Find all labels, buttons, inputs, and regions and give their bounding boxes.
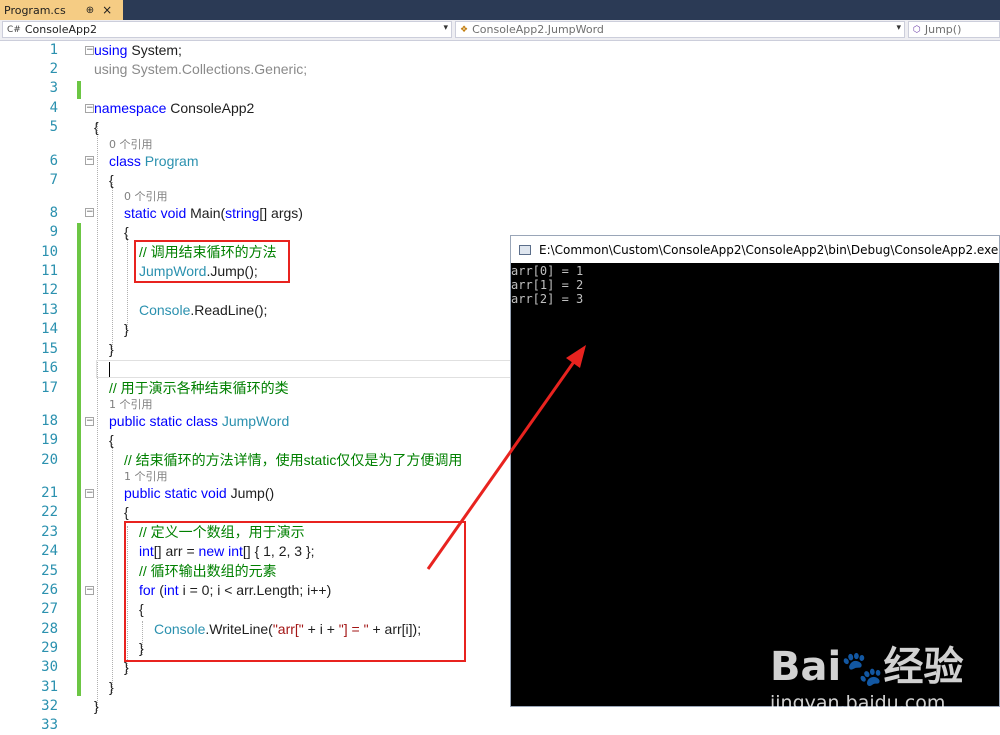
watermark-url: jingyan.baidu.com [770,692,946,714]
watermark-brand: Bai🐾经验 [770,644,964,690]
baidu-watermark: Bai🐾经验 jingyan.baidu.com [770,618,1000,729]
paw-icon: 🐾 [841,649,884,689]
